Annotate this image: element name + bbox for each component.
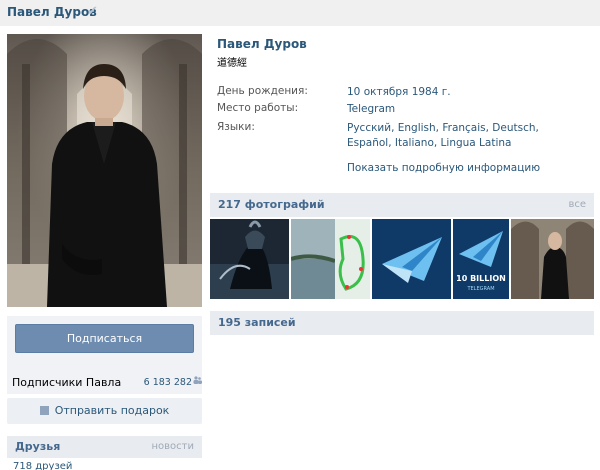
info-value-link[interactable]: Telegram bbox=[347, 102, 582, 117]
page-title: Павел Дуров bbox=[7, 5, 97, 19]
profile-photo-image bbox=[7, 34, 202, 307]
gift-icon bbox=[39, 406, 49, 415]
send-gift-button[interactable]: Отправить подарок bbox=[7, 398, 202, 424]
send-gift-label: Отправить подарок bbox=[54, 404, 170, 417]
friends-news-link[interactable]: новости bbox=[152, 441, 195, 452]
photo-thumbnail[interactable] bbox=[372, 219, 451, 299]
top-bar: Павел Дуров ✔ bbox=[0, 0, 600, 26]
verified-check-icon: ✔ bbox=[87, 4, 98, 19]
wall-header: 195 записей bbox=[210, 311, 594, 335]
lake-map-thumb-icon bbox=[291, 219, 370, 299]
profile-status: 道德經 bbox=[217, 58, 247, 69]
profile-photo[interactable] bbox=[7, 34, 202, 307]
friends-title[interactable]: Друзья bbox=[15, 440, 60, 453]
svg-text:10 BILLION: 10 BILLION bbox=[456, 274, 506, 283]
wall-title[interactable]: 195 записей bbox=[218, 316, 296, 329]
info-key: Языки: bbox=[217, 121, 255, 133]
photo-thumbnail[interactable] bbox=[210, 219, 289, 299]
photos-header: 217 фотографий все bbox=[210, 193, 594, 217]
profile-name: Павел Дуров bbox=[217, 37, 307, 51]
friends-count[interactable]: 718 друзей bbox=[13, 461, 72, 470]
photo-thumbnail[interactable]: 10 BILLION TELEGRAM bbox=[453, 219, 509, 299]
spartan-warrior-thumb-icon bbox=[210, 219, 289, 299]
people-icon bbox=[193, 376, 202, 387]
photos-all-link[interactable]: все bbox=[568, 199, 586, 210]
telegram-plane-thumb-icon bbox=[372, 219, 451, 299]
telegram-10-billion-thumb-icon: 10 BILLION TELEGRAM bbox=[453, 219, 509, 299]
info-key: День рождения: bbox=[217, 85, 308, 97]
show-more-info-link[interactable]: Показать подробную информацию bbox=[347, 162, 540, 174]
friends-header: Друзья новости bbox=[7, 436, 202, 458]
portrait-thumb-icon bbox=[511, 219, 594, 299]
followers-row[interactable]: Подписчики Павла 6 183 282 bbox=[12, 376, 202, 390]
info-key: Место работы: bbox=[217, 102, 299, 114]
subscribe-button[interactable]: Подписаться bbox=[15, 324, 194, 353]
photos-strip: 10 BILLION TELEGRAM bbox=[210, 219, 594, 299]
followers-count: 6 183 282 bbox=[143, 377, 192, 388]
photo-thumbnail[interactable] bbox=[511, 219, 594, 299]
svg-text:TELEGRAM: TELEGRAM bbox=[466, 286, 494, 292]
followers-label: Подписчики Павла bbox=[12, 376, 122, 389]
photo-thumbnail[interactable] bbox=[291, 219, 370, 299]
photos-title[interactable]: 217 фотографий bbox=[218, 198, 325, 211]
info-value-link[interactable]: 10 октября 1984 г. bbox=[347, 85, 582, 100]
info-value-link[interactable]: Русский, English, Français, Deutsch, Esp… bbox=[347, 121, 582, 151]
